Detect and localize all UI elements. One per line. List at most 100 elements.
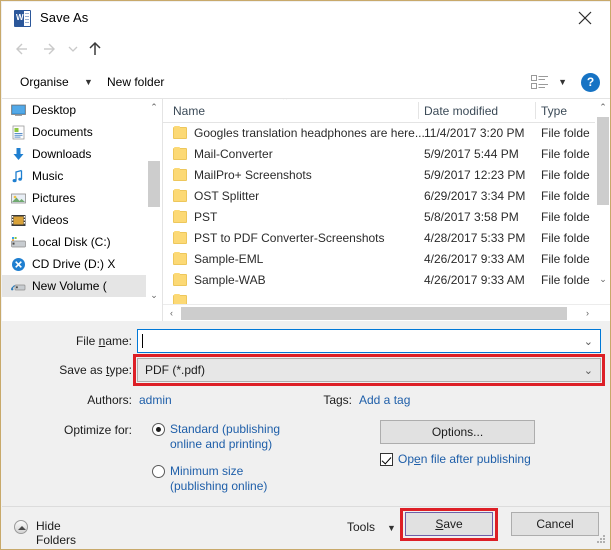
table-row[interactable]: PST 5/8/2017 3:58 PM File folde [163,207,596,228]
file-list-vertical-scrollbar[interactable]: ⌃ ⌄ [595,99,610,304]
sidebar-item-label: Documents [32,125,93,139]
save-as-type-value: PDF (*.pdf) [145,363,206,377]
recent-locations-button[interactable] [62,41,84,61]
sidebar-item-videos[interactable]: Videos [2,209,162,231]
file-name: PST [194,210,218,224]
save-as-type-dropdown-icon[interactable]: ⌄ [584,364,593,377]
authors-value[interactable]: admin [139,393,172,407]
column-divider[interactable] [535,102,536,119]
tools-caret-icon[interactable]: ▼ [387,523,396,533]
resize-grip[interactable] [597,535,607,545]
view-caret-icon[interactable]: ▼ [558,77,567,87]
options-button[interactable]: Options... [380,420,535,444]
table-row[interactable]: OST Splitter 6/29/2017 3:34 PM File fold… [163,186,596,207]
filelist-scroll-thumb[interactable] [597,117,609,205]
file-name: MailPro+ Screenshots [194,168,312,182]
file-name: Mail-Converter [194,147,273,161]
radio-minimum-line2: (publishing online) [170,479,268,493]
sidebar-scrollbar[interactable]: ⌃ ⌄ [146,99,162,321]
sidebar-item-music[interactable]: Music [2,165,162,187]
cancel-button[interactable]: Cancel [511,512,599,536]
save-options-area: File name: ⌄ Save as type: PDF (*.pdf) ⌄… [2,321,610,509]
sidebar-item-new-volume-e[interactable]: New Volume ( [2,275,162,297]
videos-icon [11,213,26,228]
column-divider[interactable] [418,102,419,119]
table-row[interactable]: MailPro+ Screenshots 5/9/2017 12:23 PM F… [163,165,596,186]
folder-icon [173,126,187,139]
organise-button[interactable]: Organise [20,75,69,89]
up-button[interactable] [84,41,106,61]
filelist-scroll-down[interactable]: ⌄ [595,271,610,288]
hscroll-right-arrow[interactable]: › [579,305,596,321]
forward-arrow-icon [44,43,55,55]
filelist-scroll-up[interactable]: ⌃ [595,99,610,116]
table-row[interactable]: PST to PDF Converter-Screenshots 4/28/20… [163,228,596,249]
sidebar-item-desktop[interactable]: Desktop [2,99,162,121]
file-name: Sample-WAB [194,273,266,287]
sidebar-item-downloads[interactable]: Downloads [2,143,162,165]
browser-body: Desktop Documents Downloads Music Pictur… [2,99,610,321]
save-as-type-label: Save as type: [59,363,132,377]
sidebar-scroll-down[interactable]: ⌄ [146,287,162,304]
sidebar-item-label: CD Drive (D:) X [32,257,116,271]
radio-minimum-indicator[interactable] [152,465,165,478]
text-cursor [142,334,143,348]
sidebar-item-label: Music [32,169,64,183]
desktop-icon [11,103,26,118]
checkbox-indicator[interactable] [380,453,393,466]
navigation-bar: « New Volume (E:) › ⌄ ↻ Search [2,35,610,97]
drive-icon [11,235,26,250]
word-app-icon: W [14,10,31,27]
folder-icon [173,168,187,181]
table-row[interactable]: Sample-EML 4/26/2017 9:33 AM File folde [163,249,596,270]
radio-standard-line1: Standard (publishing [170,422,281,436]
file-date: 5/8/2017 3:58 PM [424,210,519,224]
view-layout-icon[interactable] [531,75,549,90]
new-folder-button[interactable]: New folder [107,75,164,89]
close-button[interactable] [565,2,607,33]
column-header-date-modified[interactable]: Date modified [424,104,498,118]
column-header-type[interactable]: Type [541,104,567,118]
help-button[interactable]: ? [581,73,600,92]
file-rows: Googles translation headphones are here.… [163,123,596,312]
hscroll-left-arrow[interactable]: ‹ [163,305,180,321]
hscroll-thumb[interactable] [181,307,567,320]
file-name-input[interactable]: ⌄ [137,329,601,353]
documents-icon [11,125,26,140]
tools-button[interactable]: Tools [347,520,375,534]
file-name: OST Splitter [194,189,260,203]
organise-caret-icon[interactable]: ▼ [84,77,93,87]
back-button[interactable] [11,41,33,61]
sidebar-item-label: Videos [32,213,69,227]
sidebar-item-documents[interactable]: Documents [2,121,162,143]
save-as-type-select[interactable]: PDF (*.pdf) ⌄ [137,358,601,382]
table-row[interactable]: Mail-Converter 5/9/2017 5:44 PM File fol… [163,144,596,165]
file-type: File folde [541,252,590,266]
file-name: Sample-EML [194,252,264,266]
forward-button[interactable] [38,41,60,61]
sidebar-scroll-thumb[interactable] [148,161,160,207]
table-row[interactable]: Sample-WAB 4/26/2017 9:33 AM File folde [163,270,596,291]
save-as-dialog: W Save As Organise ▼ New folder ▼ ? Desk… [0,0,611,550]
add-a-tag-link[interactable]: Add a tag [359,393,410,407]
radio-standard-line2: online and printing) [170,437,273,451]
radio-standard-indicator[interactable] [152,423,165,436]
sidebar-scroll-up[interactable]: ⌃ [146,99,162,116]
sidebar-item-local-disk-c[interactable]: Local Disk (C:) [2,231,162,253]
table-row[interactable]: Googles translation headphones are here.… [163,123,596,144]
file-name-dropdown-icon[interactable]: ⌄ [584,335,593,348]
authors-label: Authors: [87,393,132,407]
file-type: File folde [541,147,590,161]
file-name: PST to PDF Converter-Screenshots [194,231,385,245]
pictures-icon [11,191,26,206]
folder-icon [173,210,187,223]
column-header-name[interactable]: Name [173,104,205,118]
file-list-horizontal-scrollbar[interactable]: ‹ › [163,304,610,321]
column-header-row: Name Date modified Type ⌃ [163,99,610,123]
save-button[interactable]: Save [405,512,493,536]
file-date: 4/26/2017 9:33 AM [424,273,525,287]
file-date: 4/26/2017 9:33 AM [424,252,525,266]
command-bar: Organise ▼ New folder ▼ ? [2,67,610,99]
sidebar-item-cd-drive-d[interactable]: CD Drive (D:) X [2,253,162,275]
sidebar-item-pictures[interactable]: Pictures [2,187,162,209]
